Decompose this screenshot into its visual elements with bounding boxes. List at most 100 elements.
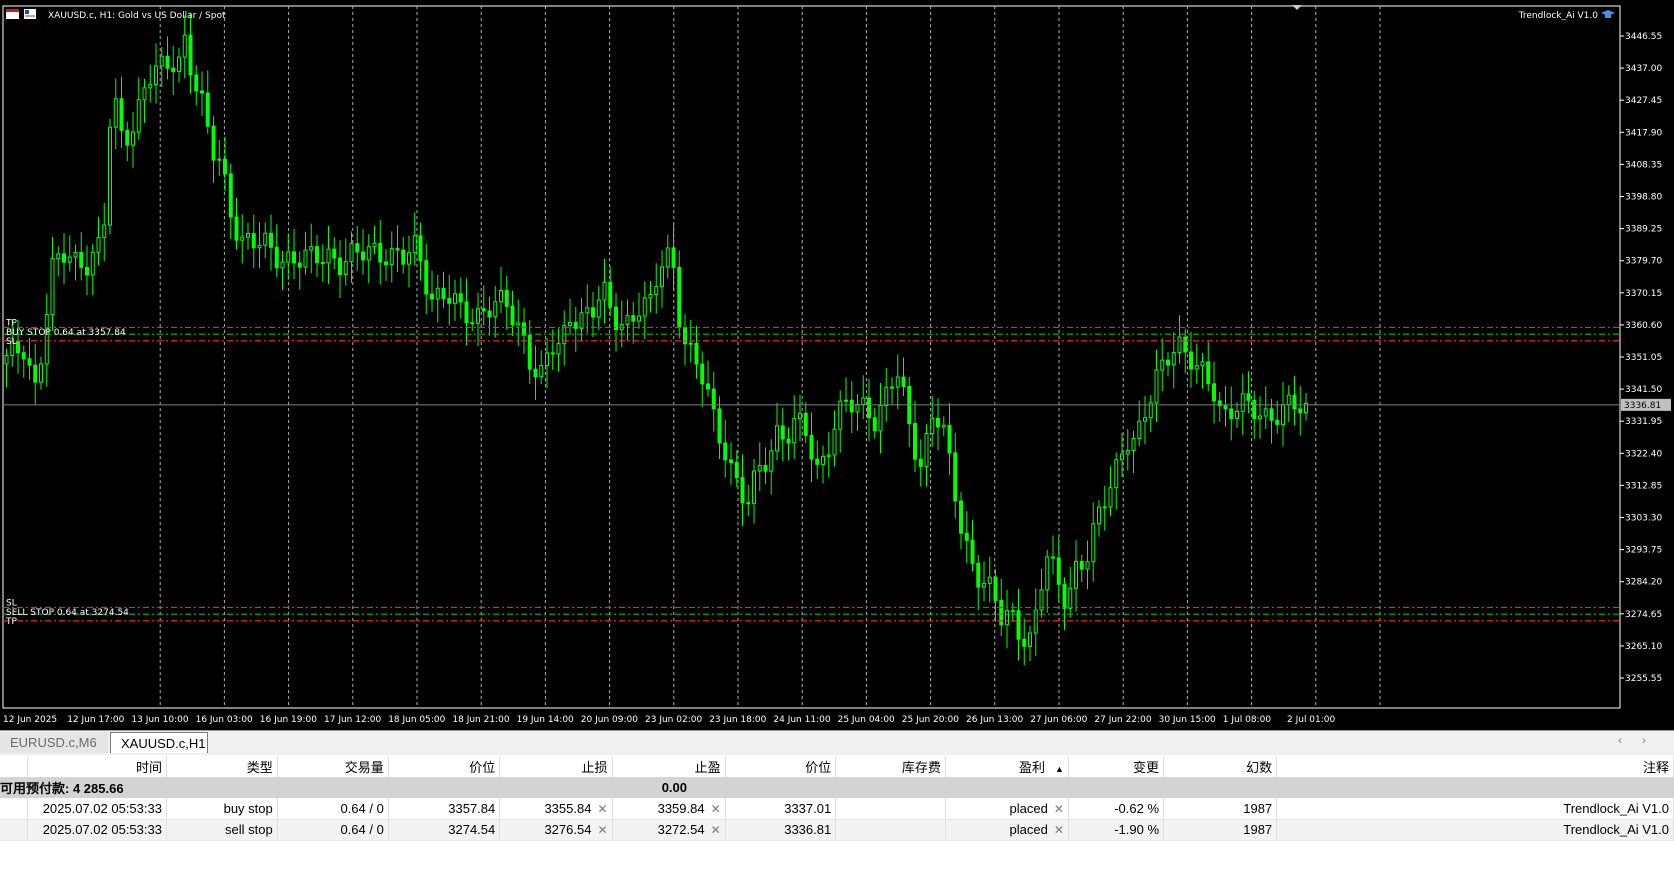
candle-body — [1016, 610, 1021, 640]
summary-profit: 0.00 — [277, 777, 946, 798]
candle-body — [539, 364, 544, 378]
candle-body — [913, 423, 917, 460]
candle-body — [1131, 437, 1136, 451]
header-profit-cell[interactable]: 盈利 ▲ — [945, 756, 1069, 778]
header-current-price[interactable]: 价位 — [725, 756, 837, 778]
close-icon[interactable]: ✕ — [1054, 802, 1064, 816]
candle-body — [1292, 394, 1297, 410]
candle-body — [246, 233, 250, 238]
row-profit: placed — [1009, 822, 1048, 837]
row-magic: 1987 — [1163, 819, 1278, 841]
candle-body — [1051, 556, 1055, 559]
tab-eurusd[interactable]: EURUSD.c,M6 — [0, 732, 108, 753]
chart-tab-bar: EURUSD.c,M6 XAUUSD.c,H1 ‹› — [0, 730, 1674, 755]
candle-body — [424, 260, 429, 295]
table-row[interactable]: 2025.07.02 05:53:33 buy stop 0.64 / 0 33… — [0, 798, 1674, 820]
header-sl[interactable]: 止损 — [499, 756, 613, 778]
candle-body — [21, 352, 26, 360]
candle-body — [182, 34, 187, 58]
header-change[interactable]: 变更 — [1068, 756, 1165, 778]
candle-body — [648, 294, 653, 299]
candle-body — [1298, 408, 1303, 414]
candle-body — [556, 343, 561, 355]
chart-menu-icon[interactable] — [6, 9, 19, 19]
candle-body — [717, 408, 722, 444]
header-price[interactable]: 价位 — [388, 756, 501, 778]
candle-body — [177, 56, 181, 72]
time-tick-label: 12 Jun 17:00 — [67, 715, 124, 725]
candle-body — [1143, 417, 1147, 422]
header-time[interactable]: 时间 — [27, 756, 167, 778]
price-tick-label: 3303.30 — [1625, 514, 1662, 524]
candle-body — [918, 458, 923, 467]
candle-body — [44, 314, 49, 365]
candle-body — [1091, 523, 1096, 563]
candle-body — [568, 321, 572, 326]
tab-scroll-arrows[interactable]: ‹› — [1618, 733, 1666, 747]
header-tp[interactable]: 止盈 — [612, 756, 726, 778]
price-chart[interactable]: 3336.81TPBUY STOP 0.64 at 3357.84SLSLSEL… — [0, 0, 1674, 730]
header-volume[interactable]: 交易量 — [277, 756, 389, 778]
header-cell-blank — [0, 756, 29, 778]
chart-area[interactable]: 3336.81 TP BUY STOP 0.64 at 3357.84 SL SL SEL… — [0, 0, 1674, 730]
row-sl-cell: 3276.54 ✕ — [499, 819, 613, 841]
candle-body — [56, 253, 61, 260]
row-swap — [835, 798, 946, 820]
free-margin-label: 可用预付款: 4 285.66 — [0, 777, 278, 798]
header-type[interactable]: 类型 — [166, 756, 278, 778]
candle-body — [389, 248, 394, 266]
header-magic[interactable]: 幻数 — [1163, 756, 1278, 778]
price-tick-label: 3322.40 — [1625, 449, 1662, 459]
price-tick-label: 3331.95 — [1625, 417, 1662, 427]
table-row[interactable]: 2025.07.02 05:53:33 sell stop 0.64 / 0 3… — [0, 819, 1674, 841]
candle-body — [1056, 557, 1061, 585]
tab-xauusd[interactable]: XAUUSD.c,H1 — [110, 732, 208, 753]
candle-body — [366, 246, 371, 261]
candle-body — [970, 539, 975, 564]
candle-body — [1160, 359, 1165, 371]
graduation-cap-icon — [1601, 10, 1615, 18]
candle-body — [1062, 583, 1067, 609]
row-tp-cell: 3359.84 ✕ — [612, 798, 726, 820]
candle-body — [62, 253, 66, 263]
close-icon[interactable]: ✕ — [711, 823, 721, 837]
header-swap[interactable]: 库存费 — [835, 756, 946, 778]
sell-sl-label: SL — [6, 598, 17, 608]
candle-body — [982, 582, 986, 588]
candle-body — [1079, 560, 1084, 570]
header-comment[interactable]: 注释 — [1276, 756, 1674, 778]
close-icon[interactable]: ✕ — [597, 823, 607, 837]
candle-body — [1281, 404, 1285, 425]
candle-body — [1074, 560, 1078, 589]
candle-body — [223, 158, 227, 175]
candle-body — [746, 502, 751, 505]
time-tick-label: 20 Jun 09:00 — [581, 715, 638, 725]
row-change: -0.62 % — [1068, 798, 1165, 820]
candle-body — [573, 321, 578, 329]
candle-body — [803, 412, 808, 436]
time-tick-label: 1 Jul 08:00 — [1223, 715, 1272, 725]
candle-body — [481, 308, 486, 312]
candle-body — [1171, 352, 1176, 366]
trade-table: 时间 类型 交易量 价位 止损 止盈 价位 库存费 盈利 ▲ 变更 幻数 注释 可… — [0, 756, 1674, 841]
close-icon[interactable]: ✕ — [711, 802, 721, 816]
time-tick-label: 13 Jun 10:00 — [131, 715, 188, 725]
candle-body — [361, 251, 365, 261]
close-icon[interactable]: ✕ — [1054, 823, 1064, 837]
candle-body — [453, 293, 457, 304]
candle-body — [947, 424, 952, 454]
price-tick-label: 3341.50 — [1625, 385, 1662, 395]
row-tp-cell: 3272.54 ✕ — [612, 819, 726, 841]
price-tick-label: 3389.25 — [1625, 225, 1662, 235]
candle-body — [953, 452, 958, 502]
close-icon[interactable]: ✕ — [597, 802, 607, 816]
candle-body — [39, 363, 43, 383]
candle-body — [855, 403, 860, 413]
candle-body — [1045, 556, 1050, 591]
chevron-right-icon[interactable]: › — [1642, 733, 1666, 747]
time-tick-label: 26 Jun 13:00 — [966, 715, 1023, 725]
price-tick-label: 3265.10 — [1625, 642, 1662, 652]
candle-body — [211, 125, 216, 161]
chevron-left-icon[interactable]: ‹ — [1618, 733, 1642, 747]
candle-body — [602, 281, 607, 301]
